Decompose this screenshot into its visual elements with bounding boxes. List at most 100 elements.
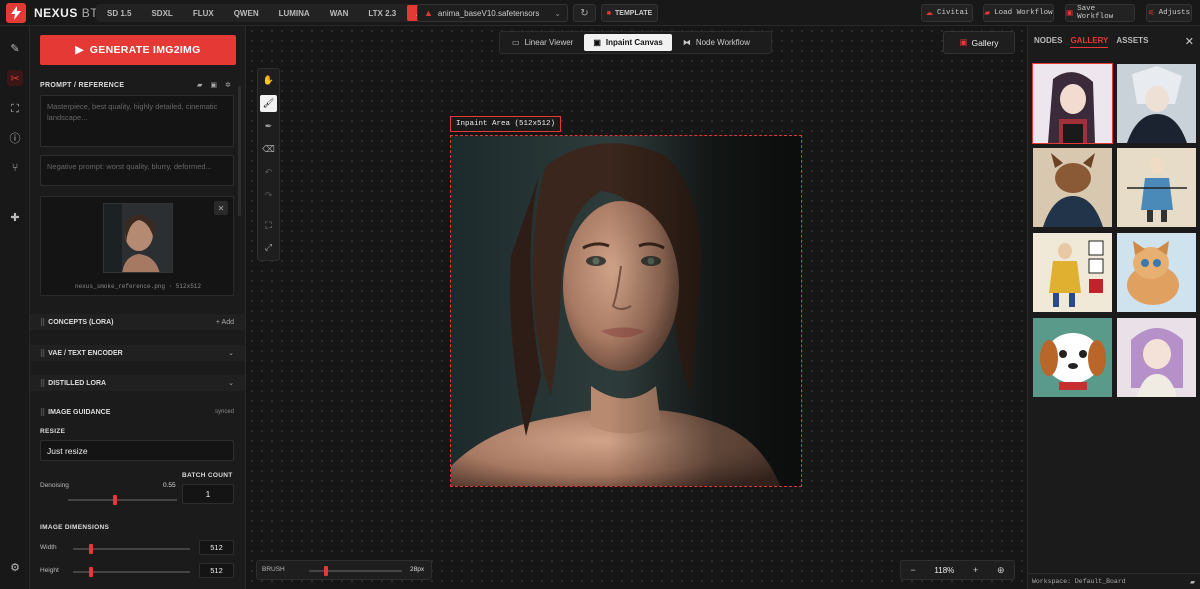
model-tab-wan[interactable]: WAN [321, 5, 358, 21]
model-tab-flux[interactable]: FLUX [184, 5, 223, 21]
concepts-label: CONCEPTS (LORA) [48, 318, 114, 326]
canvas-icon: ▣ [593, 38, 601, 47]
width-slider[interactable] [73, 544, 190, 554]
save-workflow-button[interactable]: ▣ Save Workflow [1065, 4, 1135, 22]
civitai-button[interactable]: ☁ Civitai [921, 4, 973, 22]
resize-select[interactable]: Just resize [40, 440, 234, 461]
tab-node-workflow[interactable]: ⧓ Node Workflow [674, 34, 759, 51]
model-tab-qwen[interactable]: QWEN [225, 5, 268, 21]
tab-inpaint-canvas[interactable]: ▣ Inpaint Canvas [584, 34, 672, 51]
gallery-thumbnail[interactable] [1117, 233, 1196, 312]
model-tab-ltx[interactable]: LTX 2.3 [359, 5, 405, 21]
vae-accordion[interactable]: ⣿ VAE / TEXT ENCODER ⌄ [30, 345, 245, 361]
gallery-button[interactable]: ▣ Gallery [943, 31, 1015, 54]
model-tab-sdxl[interactable]: SDXL [142, 5, 181, 21]
model-tab-lumina[interactable]: LUMINA [270, 5, 319, 21]
tab-assets[interactable]: ASSETS [1116, 36, 1148, 48]
checkpoint-select[interactable]: ▲ anima_baseV10.safetensors ⌄ [417, 4, 568, 22]
denoising-slider[interactable] [68, 495, 177, 505]
prompt-section-title: PROMPT / REFERENCE [40, 82, 125, 89]
zoom-in-button[interactable]: + [973, 565, 978, 575]
eraser-icon[interactable]: ⌫ [260, 141, 277, 158]
brush-size-handle[interactable] [324, 566, 328, 576]
checkpoint-icon: ▲ [424, 8, 433, 18]
refresh-icon: ↻ [580, 7, 589, 19]
height-input[interactable]: 512 [199, 563, 234, 578]
folder-icon: ▰ [984, 10, 991, 18]
crop-icon[interactable]: ⛶ [260, 217, 277, 234]
view-tabs: ▭ Linear Viewer ▣ Inpaint Canvas ⧓ Node Wor… [499, 31, 772, 54]
save-workflow-label: Save Workflow [1077, 5, 1114, 21]
template-button[interactable]: ■ TEMPLATE [601, 4, 658, 22]
chevron-down-icon: ⌄ [554, 8, 561, 18]
denoising-value: 0.55 [163, 482, 176, 489]
generate-button[interactable]: ▶ GENERATE IMG2IMG [40, 35, 236, 65]
magic-wand-icon[interactable]: ✲ [225, 81, 231, 89]
model-tabs: SD 1.5 SDXL FLUX QWEN LUMINA WAN LTX 2.3… [96, 4, 454, 22]
rocket-icon[interactable]: ✎ [7, 40, 23, 56]
prompt-input[interactable]: Masterpiece, best quality, highly detail… [40, 95, 234, 147]
brush-icon[interactable]: 🖌 [260, 95, 277, 112]
gallery-thumbnail[interactable] [1033, 318, 1112, 397]
info-icon[interactable]: ⓘ [7, 130, 23, 146]
model-tab-sd15[interactable]: SD 1.5 [98, 5, 140, 21]
resize-label: RESIZE [40, 428, 66, 435]
tab-linear-viewer[interactable]: ▭ Linear Viewer [503, 34, 582, 51]
gallery-thumbnail[interactable] [1033, 233, 1112, 312]
add-lora-button[interactable]: + Add [216, 319, 234, 326]
width-slider-handle[interactable] [89, 544, 93, 554]
concepts-accordion[interactable]: ⣿ CONCEPTS (LORA) + Add [30, 314, 245, 330]
close-icon[interactable]: ✕ [1185, 35, 1194, 48]
image-dimensions-label: IMAGE DIMENSIONS [40, 524, 110, 531]
brush-size-slider[interactable] [309, 566, 402, 576]
expand-icon[interactable]: ⛶ [7, 101, 23, 117]
tab-gallery[interactable]: GALLERY [1070, 36, 1109, 48]
workspace-status: Workspace: Default_Board ▰ [1028, 573, 1200, 589]
height-slider-handle[interactable] [89, 567, 93, 577]
folder-icon[interactable]: ▰ [1190, 578, 1195, 586]
undo-icon[interactable]: ↶ [260, 164, 277, 181]
batch-count-input[interactable]: 1 [182, 484, 234, 504]
remove-reference-button[interactable]: ✕ [214, 201, 228, 215]
scrollbar[interactable] [238, 86, 241, 216]
target-icon[interactable]: ⊕ [997, 565, 1005, 576]
adjusts-label: Adjusts [1158, 9, 1191, 17]
denoising-slider-handle[interactable] [113, 495, 117, 505]
distilled-lora-accordion[interactable]: ⣿ DISTILLED LORA ⌄ [30, 375, 245, 391]
hand-icon[interactable]: ✋ [260, 72, 277, 89]
zoom-out-button[interactable]: − [910, 565, 915, 575]
branch-icon[interactable]: ⑂ [7, 160, 23, 176]
synced-label: synced [214, 409, 234, 415]
tab-inpaint-canvas-label: Inpaint Canvas [605, 38, 663, 47]
gallery-thumbnail[interactable] [1033, 148, 1112, 227]
refresh-button[interactable]: ↻ [573, 4, 596, 22]
save-icon: ▣ [1066, 10, 1074, 18]
redo-icon[interactable]: ↷ [260, 187, 277, 204]
adjusts-button[interactable]: ⚟ Adjusts [1146, 4, 1192, 22]
reference-caption: nexus_smoke_reference.png · 512x512 [74, 283, 202, 290]
gallery-thumbnail[interactable] [1117, 64, 1196, 143]
load-workflow-button[interactable]: ▰ Load Workflow [983, 4, 1054, 22]
image-guidance-header: ⣿ IMAGE GUIDANCE synced [30, 404, 245, 420]
height-slider[interactable] [73, 567, 190, 577]
gallery-thumbnail[interactable] [1117, 148, 1196, 227]
brush-size-bar: BRUSH 28px [256, 560, 432, 580]
folder-icon[interactable]: ▰ [197, 81, 202, 89]
app-logo: NEXUS BTA [34, 5, 106, 20]
save-icon[interactable]: ▣ [210, 81, 217, 89]
inpaint-image[interactable] [450, 135, 802, 487]
puzzle-icon[interactable]: ✚ [7, 209, 23, 225]
gallery-button-label: Gallery [971, 37, 999, 48]
img2img-icon[interactable]: ✂ [7, 70, 23, 86]
brush-label: BRUSH [262, 566, 285, 573]
width-input[interactable]: 512 [199, 540, 234, 555]
gallery-thumbnail[interactable] [1032, 63, 1113, 144]
batch-count-label: BATCH COUNT [182, 472, 233, 479]
gallery-thumbnail[interactable] [1117, 318, 1196, 397]
pen-icon[interactable]: ✒ [260, 118, 277, 135]
cloud-icon: ☁ [925, 10, 933, 18]
negative-prompt-input[interactable]: Negative prompt: worst quality, blurry, … [40, 155, 234, 186]
gear-icon[interactable]: ⚙ [7, 559, 23, 575]
tab-nodes[interactable]: NODES [1034, 36, 1062, 48]
resize-icon[interactable]: ⤢ [260, 239, 277, 256]
